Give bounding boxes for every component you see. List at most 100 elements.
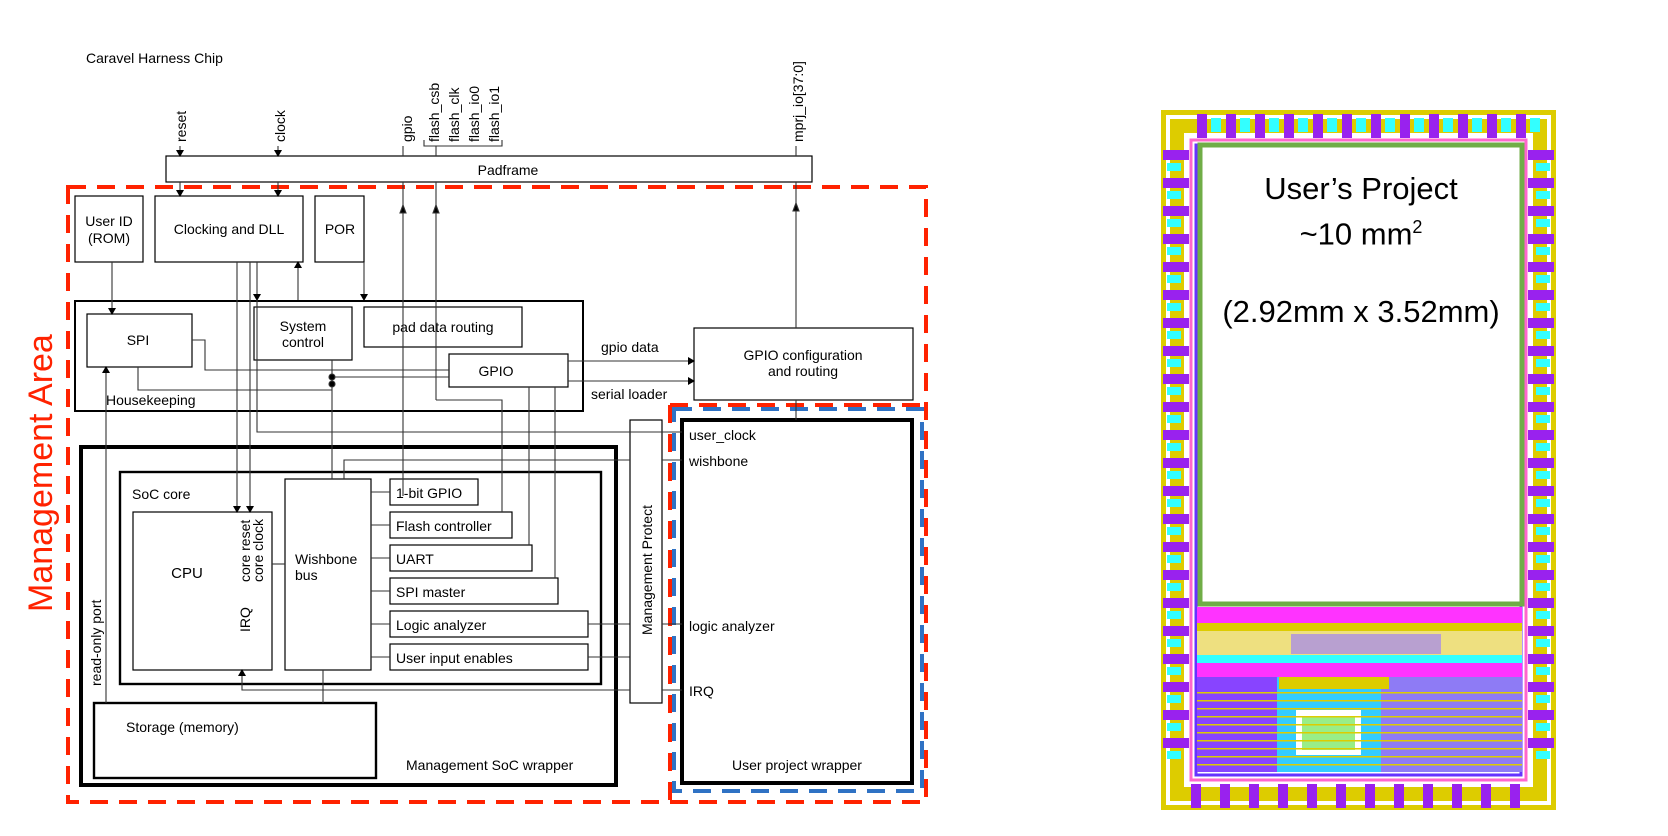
mgmt-soc-wrapper-label: Management SoC wrapper [406,757,574,773]
padframe-label: Padframe [478,162,539,178]
io-pad [1163,346,1189,356]
io-pad [1167,583,1181,591]
io-pad [1536,695,1550,703]
io-pad [1163,570,1189,580]
io-pad [1163,738,1189,748]
io-pad [1536,527,1550,535]
io-pad [1298,118,1308,132]
io-pad [1536,555,1550,563]
io-pad [1528,374,1554,384]
io-pad [1528,290,1554,300]
peripheral-label: UART [396,551,434,567]
io-pad [1163,318,1189,328]
io-pad [1528,654,1554,664]
user-project-wrapper-label: User project wrapper [732,757,862,773]
io-pad [1220,784,1230,808]
io-pad [1510,784,1520,808]
io-pad [1528,206,1554,216]
management-area-label: Management Area [22,334,60,612]
io-pad [1516,114,1526,138]
io-pad [1536,751,1550,759]
user-id-block [74,195,144,263]
io-pad [1163,654,1189,664]
io-pad [1167,499,1181,507]
user-id-sublabel: (ROM) [88,230,130,246]
io-pad [1163,178,1189,188]
io-pad [1528,458,1554,468]
io-pad [1167,219,1181,227]
logic-analyzer-signal: logic analyzer [689,618,775,634]
io-pad [1371,114,1381,138]
io-pad [1414,118,1424,132]
io-pad [1167,695,1181,703]
io-pad [1536,387,1550,395]
system-control-label: System [280,318,327,334]
io-pad [1458,114,1468,138]
io-pad [1191,784,1201,808]
io-pad [1536,303,1550,311]
io-pad [1394,784,1404,808]
io-pad [1167,527,1181,535]
io-pad [1528,570,1554,580]
io-pad [1163,682,1189,692]
io-pad [1240,118,1250,132]
io-pad [1452,784,1462,808]
pad-data-routing-label: pad data routing [392,319,493,335]
wishbone-signal: wishbone [688,453,748,469]
io-pad [1226,114,1236,138]
user-clock-signal: user_clock [689,427,757,443]
io-pad [1163,262,1189,272]
wishbone-bus-sublabel: bus [295,567,318,583]
io-pad [1536,247,1550,255]
chip-layout-image: User’s Project ~10 mm2 (2.92mm x 3.52mm) [1160,109,1557,811]
io-pad [1528,542,1554,552]
io-pad [1249,784,1259,808]
io-pad [1528,402,1554,412]
io-pad [1278,784,1288,808]
io-pad [1400,114,1410,138]
cpu-irq-label: IRQ [237,607,253,632]
io-pad [1528,346,1554,356]
gpio-config-label: GPIO configuration [743,347,862,363]
io-pad [1167,471,1181,479]
io-pad [1163,206,1189,216]
io-pad [1481,784,1491,808]
diagram-title: Caravel Harness Chip [86,50,223,66]
peripheral-label: SPI master [396,584,466,600]
io-pad [1211,118,1221,132]
io-pad [1536,163,1550,171]
io-pad [1167,359,1181,367]
serial-loader-signal: serial loader [591,386,668,402]
por-label: POR [325,221,355,237]
irq-signal: IRQ [689,683,714,699]
io-pad [1167,723,1181,731]
io-pad [1342,114,1352,138]
io-pad [1487,114,1497,138]
io-pad [1528,598,1554,608]
io-pad [1528,682,1554,692]
cpu-label: CPU [171,565,203,582]
io-pad [1197,114,1207,138]
io-pad [1536,723,1550,731]
io-pad [1167,751,1181,759]
io-pad [1528,710,1554,720]
storage-block [92,701,378,780]
io-pad [1167,331,1181,339]
io-pad [1163,150,1189,160]
read-only-port-label: read-only port [88,600,104,686]
io-pad [1167,275,1181,283]
gpio-label: GPIO [478,363,513,379]
io-pad [1307,784,1317,808]
core-clock-label: core clock [250,518,266,582]
io-pad [1528,150,1554,160]
user-project-wrapper [680,418,914,785]
peripheral-label: Flash controller [396,518,492,534]
pin-flash-csb: flash_csb [426,83,442,142]
io-pad [1501,118,1511,132]
io-pad [1365,784,1375,808]
io-pad [1167,555,1181,563]
io-pad [1536,359,1550,367]
user-project-area-value: ~10 mm2 [1299,216,1423,252]
io-pad [1167,303,1181,311]
io-pad [1536,611,1550,619]
